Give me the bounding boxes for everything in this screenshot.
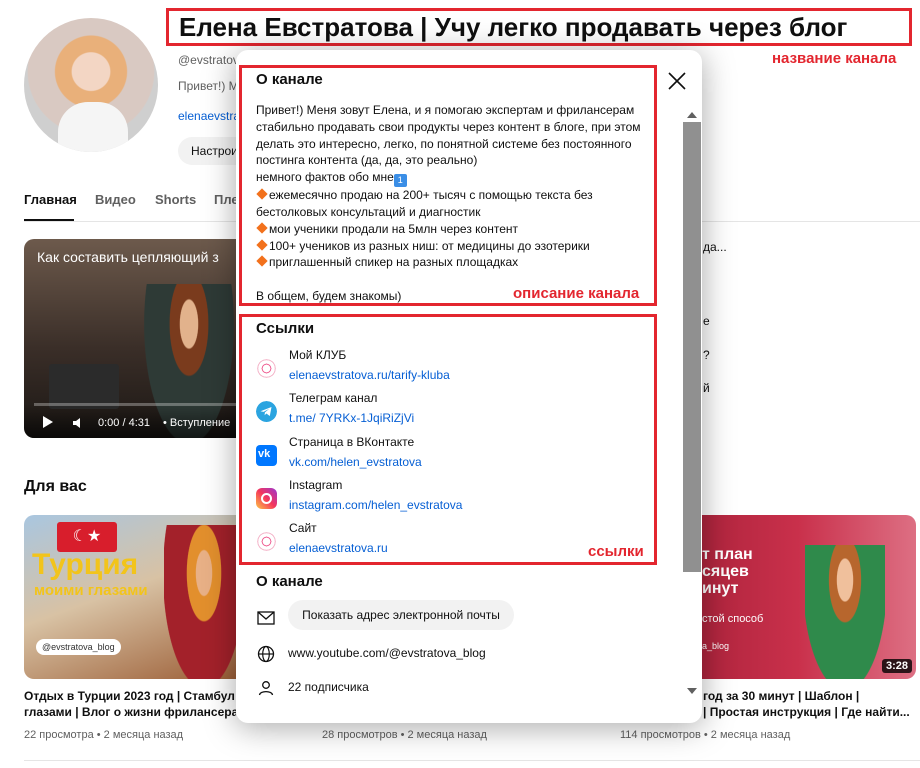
link-label: Страница в ВКонтакте: [289, 435, 415, 449]
channel-description-preview[interactable]: Привет!) М: [178, 79, 239, 93]
description-annotation: описание канала: [513, 285, 640, 302]
orange-diamond-icon: [256, 188, 268, 200]
scrollbar-thumb[interactable]: [683, 122, 701, 572]
link-item[interactable]: Instagram instagram.com/helen_evstratova: [256, 478, 636, 518]
telegram-icon: [256, 401, 277, 422]
divider: [24, 760, 920, 761]
channel-handle: @evstratov: [178, 53, 239, 67]
subscriber-count: 22 подписчика: [288, 680, 369, 694]
thumb-text: стой способ: [702, 613, 764, 625]
orange-diamond-icon: [256, 255, 268, 268]
link-label: Сайт: [289, 521, 317, 535]
for-you-heading: Для вас: [24, 478, 87, 495]
mail-icon: [257, 611, 275, 625]
video-title-line[interactable]: глазами | Влог о жизни фрилансера: [24, 704, 236, 720]
instagram-icon: [256, 488, 277, 509]
channel-description: Привет!) Меня зовут Елена, и я помогаю э…: [256, 102, 660, 305]
thumb-text: сяцев: [702, 563, 749, 580]
right-snippet: ?: [703, 348, 710, 362]
thumb-subtext: моими глазами: [34, 582, 148, 599]
link-item[interactable]: Сайт elenaevstratova.ru: [256, 521, 636, 561]
club-icon: [256, 358, 277, 379]
video-title-line[interactable]: год за 30 минут | Шаблон |: [703, 688, 915, 704]
desc-line: мои ученики продали на 5млн через контен…: [269, 221, 519, 236]
video-duration: 3:28: [881, 659, 912, 673]
video-title-line[interactable]: Отдых в Турции 2023 год | Стамбул мо: [24, 688, 236, 704]
tab-home[interactable]: Главная: [24, 192, 77, 207]
desc-line: ежемесячно продаю на 200+ тысяч с помощь…: [269, 188, 593, 203]
globe-icon: [257, 645, 275, 663]
desc-line: стабильно продавать свои продукты через …: [256, 119, 641, 134]
channel-chip: @evstratova_blog: [36, 639, 121, 655]
scroll-up-arrow-icon[interactable]: [687, 112, 697, 118]
right-snippet: й: [703, 381, 710, 395]
link-url[interactable]: instagram.com/helen_evstratova: [289, 498, 462, 512]
channel-title: Елена Евстратова | Учу легко продавать ч…: [166, 8, 912, 46]
close-icon[interactable]: [666, 70, 688, 92]
desc-line: Привет!) Меня зовут Елена, и я помогаю э…: [256, 103, 635, 117]
thumb-text: Турция: [32, 548, 139, 581]
video-thumbnail-turkey[interactable]: ☾★ Турция моими глазами @evstratova_blog: [24, 515, 250, 679]
desc-line: делать это интересно, легко, по понятной…: [256, 136, 632, 151]
link-url[interactable]: elenaevstratova.ru/tarify-kluba: [289, 368, 450, 382]
desc-line: приглашенный спикер на разных площадках: [269, 255, 519, 270]
play-icon[interactable]: [42, 415, 54, 429]
link-url[interactable]: t.me/ 7YRKx-1JqiRiZjVi: [289, 411, 414, 425]
link-item[interactable]: Телеграм канал t.me/ 7YRKx-1JqiRiZjVi: [256, 391, 636, 431]
video-title-line[interactable]: | Простая инструкция | Где найти...: [703, 704, 915, 720]
video-meta: 22 просмотра • 2 месяца назад: [24, 729, 184, 741]
featured-video-player[interactable]: Как составить цепляющий з 0:00 / 4:31 • …: [24, 239, 250, 438]
video-chapter[interactable]: • Вступление: [163, 417, 230, 429]
featured-video-title: Как составить цепляющий з: [37, 249, 219, 265]
active-tab-underline: [24, 219, 74, 221]
link-label: Мой КЛУБ: [289, 348, 347, 362]
title-annotation: название канала: [772, 50, 897, 67]
about-section-title: О канале: [256, 573, 323, 590]
orange-diamond-icon: [256, 238, 268, 251]
about-dialog: О канале Привет!) Меня зовут Елена, и я …: [236, 50, 702, 723]
video-meta: 28 просмотров • 2 месяца назад: [322, 729, 487, 741]
channel-avatar: [24, 18, 158, 152]
channel-link-preview[interactable]: elenaevstra: [178, 109, 240, 123]
thumb-text: т план: [702, 546, 753, 563]
link-item[interactable]: vk Страница в ВКонтакте vk.com/helen_evs…: [256, 435, 636, 475]
video-meta: 114 просмотров • 2 месяца назад: [620, 729, 791, 741]
show-email-button[interactable]: Показать адрес электронной почты: [288, 600, 514, 630]
desc-line: постинга контента (да, да, это реально): [256, 153, 478, 168]
desc-line: бестолковых консультаций и диагностик: [256, 204, 481, 219]
keycap-one-icon: 1: [393, 174, 407, 188]
thumb-text: инут: [702, 580, 739, 597]
desc-line: 100+ учеников из разных ниш: от медицины…: [269, 238, 590, 253]
thumb-text: a_blog: [702, 641, 730, 651]
channel-url: www.youtube.com/@evstratova_blog: [288, 646, 486, 660]
link-label: Instagram: [289, 478, 343, 492]
link-item[interactable]: Мой КЛУБ elenaevstratova.ru/tarify-kluba: [256, 348, 636, 388]
volume-icon[interactable]: [72, 417, 84, 429]
vk-icon: vk: [256, 445, 277, 466]
links-annotation: ссылки: [588, 543, 644, 560]
tab-videos[interactable]: Видео: [95, 192, 136, 207]
link-label: Телеграм канал: [289, 391, 378, 405]
tab-shorts[interactable]: Shorts: [155, 192, 196, 207]
video-time: 0:00 / 4:31: [98, 417, 150, 429]
links-title: Ссылки: [256, 320, 315, 337]
link-url[interactable]: vk.com/helen_evstratova: [289, 455, 422, 469]
desc-line: немного фактов обо мне: [256, 170, 394, 185]
person-icon: [258, 681, 274, 696]
right-snippet: да...: [703, 240, 727, 254]
scroll-down-arrow-icon[interactable]: [687, 688, 697, 694]
tab-playlists[interactable]: Пле: [214, 192, 239, 207]
orange-diamond-icon: [256, 222, 268, 234]
right-snippet: е: [703, 314, 710, 328]
site-icon: [256, 531, 277, 552]
link-url[interactable]: elenaevstratova.ru: [289, 541, 388, 555]
